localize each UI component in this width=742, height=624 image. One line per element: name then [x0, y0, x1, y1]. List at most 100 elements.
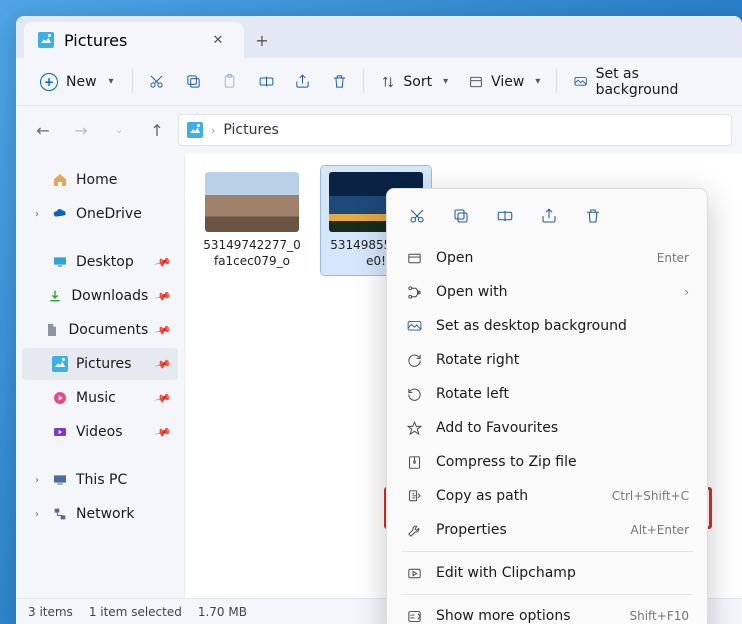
chevron-down-icon: ▾	[535, 76, 540, 87]
sidebar-label: This PC	[76, 472, 127, 488]
sidebar-item-network[interactable]: › Network	[22, 498, 178, 530]
ctx-item-open[interactable]: Open Enter	[393, 241, 701, 275]
ctx-label: Add to Favourites	[436, 420, 558, 436]
chevron-down-icon: ▾	[109, 76, 114, 87]
ctx-item-clipchamp[interactable]: Edit with Clipchamp	[393, 556, 701, 590]
forward-button[interactable]: →	[64, 113, 98, 147]
sort-label: Sort	[403, 74, 432, 90]
sidebar-item-downloads[interactable]: Downloads 📌	[22, 280, 178, 312]
set-background-button[interactable]: Set as background	[565, 66, 728, 98]
separator	[132, 70, 133, 94]
ctx-label: Set as desktop background	[436, 318, 627, 334]
view-button[interactable]: View ▾	[460, 66, 548, 98]
ctx-copy-button[interactable]	[443, 199, 479, 233]
sidebar-item-videos[interactable]: Videos 📌	[22, 416, 178, 448]
pin-icon: 📌	[154, 389, 172, 407]
sidebar-item-home[interactable]: Home	[22, 164, 178, 196]
ctx-item-openwith[interactable]: Open with ›	[393, 275, 701, 309]
copy-button[interactable]	[177, 66, 209, 98]
ctx-item-properties[interactable]: Properties Alt+Enter	[393, 513, 701, 547]
rename-button[interactable]	[250, 66, 282, 98]
ctx-label: Edit with Clipchamp	[436, 565, 576, 581]
divider	[401, 551, 693, 552]
explorer-window: Pictures ✕ + + New ▾ Sort ▾ View ▾	[16, 16, 742, 624]
sidebar-label: Downloads	[71, 288, 148, 304]
recent-button[interactable]: ⌄	[102, 113, 136, 147]
spacer	[22, 450, 178, 462]
ctx-item-rotate-right[interactable]: Rotate right	[393, 343, 701, 377]
sidebar-label: OneDrive	[76, 206, 142, 222]
separator	[556, 70, 557, 94]
view-label: View	[491, 74, 524, 90]
up-button[interactable]: ↑	[140, 113, 174, 147]
file-name: 53149742277_0fa1cec079_o	[203, 238, 301, 269]
expand-icon[interactable]: ›	[30, 475, 44, 486]
sort-button[interactable]: Sort ▾	[372, 66, 456, 98]
pin-icon: 📌	[154, 423, 172, 441]
ctx-shortcut: Enter	[657, 251, 689, 265]
ctx-item-more-options[interactable]: Show more options Shift+F10	[393, 599, 701, 624]
divider	[401, 594, 693, 595]
music-icon	[52, 390, 68, 406]
sidebar-label: Videos	[76, 424, 123, 440]
breadcrumb-current[interactable]: Pictures	[223, 122, 278, 138]
ctx-item-favourites[interactable]: Add to Favourites	[393, 411, 701, 445]
desktop-icon	[52, 254, 68, 270]
context-menu: Open Enter Open with › Set as desktop ba…	[386, 188, 708, 624]
thispc-icon	[52, 472, 68, 488]
ctx-item-setbackground[interactable]: Set as desktop background	[393, 309, 701, 343]
share-button[interactable]	[286, 66, 318, 98]
network-icon	[52, 506, 68, 522]
pin-icon: 📌	[154, 355, 172, 373]
ctx-shortcut: Alt+Enter	[630, 523, 689, 537]
sidebar-label: Documents	[68, 322, 148, 338]
status-size: 1.70 MB	[198, 605, 247, 619]
rotate-right-icon	[405, 351, 423, 369]
new-button[interactable]: + New ▾	[30, 66, 124, 98]
new-tab-button[interactable]: +	[244, 22, 280, 58]
address-bar[interactable]: › Pictures	[178, 114, 732, 146]
background-label: Set as background	[596, 66, 720, 98]
pictures-icon	[38, 32, 54, 48]
star-icon	[405, 419, 423, 437]
cut-button[interactable]	[141, 66, 173, 98]
expand-icon[interactable]: ›	[30, 509, 44, 520]
sidebar-item-music[interactable]: Music 📌	[22, 382, 178, 414]
ctx-item-compress[interactable]: Compress to Zip file	[393, 445, 701, 479]
pictures-icon	[187, 122, 203, 138]
tab-strip: Pictures ✕ +	[16, 16, 742, 58]
ctx-share-button[interactable]	[531, 199, 567, 233]
ctx-cut-button[interactable]	[399, 199, 435, 233]
ctx-label: Compress to Zip file	[436, 454, 577, 470]
clipchamp-icon	[405, 564, 423, 582]
navigation-bar: ← → ⌄ ↑ › Pictures	[16, 106, 742, 154]
pin-icon: 📌	[154, 287, 172, 305]
close-tab-button[interactable]: ✕	[206, 28, 230, 52]
paste-button[interactable]	[214, 66, 246, 98]
plus-icon: +	[40, 73, 58, 91]
ctx-delete-button[interactable]	[575, 199, 611, 233]
sidebar-item-documents[interactable]: Documents 📌	[22, 314, 178, 346]
tab-pictures[interactable]: Pictures ✕	[24, 22, 244, 58]
delete-button[interactable]	[323, 66, 355, 98]
ctx-label: Open with	[436, 284, 508, 300]
file-item[interactable]: 53149742277_0fa1cec079_o	[197, 166, 307, 275]
downloads-icon	[47, 288, 63, 304]
sidebar-item-onedrive[interactable]: › OneDrive	[22, 198, 178, 230]
documents-icon	[44, 322, 60, 338]
ctx-shortcut: Ctrl+Shift+C	[612, 489, 689, 503]
sidebar-item-pictures[interactable]: Pictures 📌	[22, 348, 178, 380]
ctx-item-copypath[interactable]: Copy as path Ctrl+Shift+C	[393, 479, 701, 513]
sidebar-item-thispc[interactable]: › This PC	[22, 464, 178, 496]
sidebar-item-desktop[interactable]: Desktop 📌	[22, 246, 178, 278]
openwith-icon	[405, 283, 423, 301]
ctx-rename-button[interactable]	[487, 199, 523, 233]
ctx-shortcut: Shift+F10	[629, 609, 689, 623]
pin-icon: 📌	[154, 253, 172, 271]
expand-icon[interactable]: ›	[30, 209, 44, 220]
back-button[interactable]: ←	[26, 113, 60, 147]
onedrive-icon	[52, 206, 68, 222]
ctx-label: Rotate left	[436, 386, 509, 402]
background-icon	[405, 317, 423, 335]
ctx-item-rotate-left[interactable]: Rotate left	[393, 377, 701, 411]
